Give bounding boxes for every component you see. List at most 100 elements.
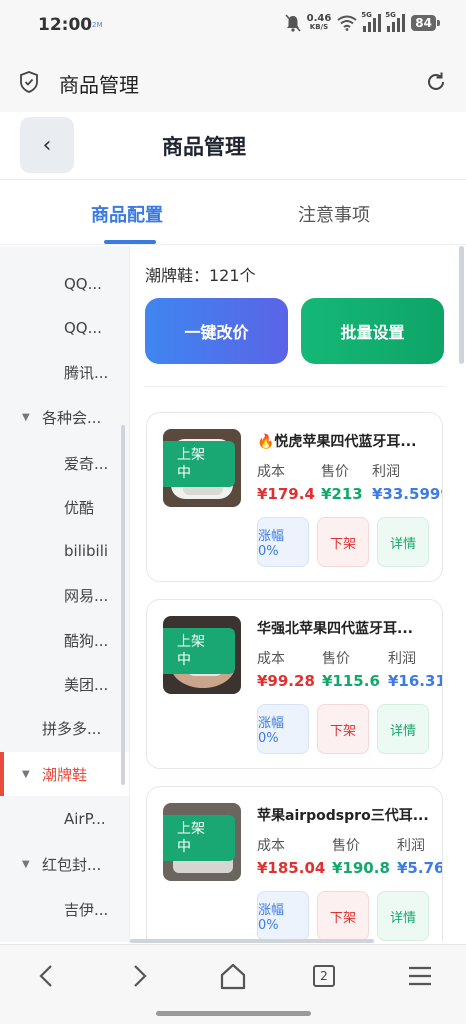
sidebar-item[interactable]: 腾讯... (0, 350, 129, 394)
product-list-panel[interactable]: 潮牌鞋：121个 一键改价 批量设置 上架 中 🔥悦虎苹果四代蓝牙耳... 成本… (131, 246, 466, 942)
on-shelf-badge: 上架 中 (163, 441, 235, 487)
badge-line-1: 上架 (177, 821, 205, 837)
sidebar-scrollbar[interactable] (121, 425, 125, 785)
badge-line-1: 上架 (177, 447, 205, 463)
detail-button[interactable]: 详情 (377, 517, 429, 567)
on-shelf-badge: 上架 中 (163, 815, 235, 861)
cost-label: 成本 (257, 464, 285, 480)
increase-button[interactable]: 涨幅 0% (257, 517, 309, 567)
cost-label: 成本 (257, 838, 285, 854)
browser-bottom-nav: 2 (0, 944, 466, 1024)
sidebar-group-active[interactable]: ▼ 潮牌鞋 (0, 752, 129, 796)
signal-label-2: 5G (385, 11, 396, 19)
sidebar-item-label: AirP... (64, 810, 106, 828)
shield-check-icon (20, 71, 38, 93)
delist-button[interactable]: 下架 (317, 517, 369, 567)
tab-notes[interactable]: 注意事项 (298, 201, 370, 227)
status-bar: 12:00 2M 0.46 KB/S 5G 5G 84 (0, 0, 466, 52)
price-value: ¥213 (321, 485, 363, 503)
caret-down-icon: ▼ (22, 768, 30, 780)
sidebar-item-label: 爱奇... (64, 454, 109, 473)
page-header: ‹ 商品管理 (0, 112, 466, 180)
increase-button[interactable]: 涨幅 0% (257, 704, 309, 754)
sidebar-item[interactable]: 爱奇... (0, 441, 129, 485)
badge-line-2: 中 (177, 465, 191, 481)
app-bar: 商品管理 (0, 52, 466, 112)
sidebar-item-label: 美团... (64, 675, 109, 694)
status-icons: 0.46 KB/S 5G 5G 84 (285, 11, 440, 32)
tab-product-config[interactable]: 商品配置 (91, 201, 163, 227)
signal-label-1: 5G (361, 11, 372, 19)
chevron-left-icon: ‹ (42, 132, 52, 158)
refresh-icon[interactable] (424, 70, 448, 94)
profit-value: ¥16.3199 (388, 672, 442, 690)
sidebar-item[interactable]: 酷狗... (0, 618, 129, 662)
one-click-price-button[interactable]: 一键改价 (145, 298, 288, 364)
app-title: 商品管理 (59, 73, 139, 97)
status-small-label: 2M (92, 21, 103, 29)
profit-value: ¥5.7600 (397, 859, 443, 877)
product-card[interactable]: 上架 中 苹果airpodspro三代耳... 成本 售价 利润 ¥185.04… (146, 786, 443, 942)
sidebar-item[interactable]: QQ... (0, 306, 129, 350)
sidebar-group[interactable]: ▼ 各种会... (0, 395, 129, 439)
cost-value: ¥185.04 (257, 859, 326, 877)
delist-button[interactable]: 下架 (317, 704, 369, 754)
sidebar-item-label: 网易... (64, 586, 109, 605)
speed-value: 0.46 (306, 13, 332, 24)
product-image[interactable]: 上架 中 (163, 429, 241, 507)
menu-icon[interactable] (405, 961, 435, 991)
caret-down-icon: ▼ (22, 411, 30, 423)
price-label: 售价 (332, 838, 360, 854)
on-shelf-badge: 上架 中 (163, 628, 235, 674)
speed-unit: KB/S (309, 23, 329, 31)
sidebar-item-label: bilibili (64, 542, 109, 560)
product-card[interactable]: 上架 中 🔥悦虎苹果四代蓝牙耳... 成本 售价 利润 ¥179.4 ¥213 … (146, 412, 443, 582)
signal-icon-2: 5G (385, 11, 406, 32)
detail-button[interactable]: 详情 (377, 704, 429, 754)
sidebar-group[interactable]: ▼ 红包封... (0, 842, 129, 886)
price-value: ¥190.8 (332, 859, 390, 877)
product-card[interactable]: 上架 中 华强北苹果四代蓝牙耳... 成本 售价 利润 ¥99.28 ¥115.… (146, 599, 443, 769)
back-arrow-icon[interactable] (32, 961, 62, 991)
product-image[interactable]: 上架 中 (163, 616, 241, 694)
product-count: 潮牌鞋：121个 (145, 266, 256, 285)
wifi-icon (337, 15, 357, 31)
sidebar-item[interactable]: QQ... (0, 262, 129, 306)
sidebar-item[interactable]: 网易... (0, 573, 129, 617)
network-speed: 0.46 KB/S (307, 14, 332, 32)
main-scrollbar[interactable] (459, 246, 464, 364)
sidebar-item[interactable]: 吉伊... (0, 887, 129, 931)
tabs-count-icon[interactable]: 2 (313, 965, 335, 987)
sidebar-item[interactable]: 优酷 (0, 485, 129, 529)
category-sidebar[interactable]: QQ... QQ... 腾讯... ▼ 各种会... 爱奇... 优酷 bilib… (0, 246, 130, 942)
sidebar-item[interactable]: AirP... (0, 797, 129, 841)
badge-line-1: 上架 (177, 634, 205, 650)
price-value: ¥115.6 (322, 672, 380, 690)
tab-underline (104, 240, 156, 244)
gesture-bar[interactable] (156, 1011, 311, 1016)
sidebar-item[interactable]: 美团... (0, 662, 129, 706)
home-icon[interactable] (218, 961, 248, 991)
product-title: 🔥悦虎苹果四代蓝牙耳... (257, 434, 417, 450)
forward-arrow-icon[interactable] (124, 961, 154, 991)
horizontal-scrollbar[interactable] (130, 939, 374, 943)
increase-button[interactable]: 涨幅 0% (257, 891, 309, 941)
sidebar-item-label: 各种会... (42, 408, 102, 427)
sidebar-item[interactable]: bilibili (0, 529, 129, 573)
product-title: 华强北苹果四代蓝牙耳... (257, 621, 413, 637)
profit-value: ¥33.599999 (372, 485, 442, 503)
profit-label: 利润 (397, 838, 425, 854)
page-title: 商品管理 (162, 135, 246, 159)
signal-icon: 5G (361, 11, 382, 32)
tab-bar: 商品配置 注意事项 (0, 181, 466, 245)
bell-off-icon (285, 14, 301, 32)
sidebar-item[interactable]: 拼多多... (0, 706, 129, 750)
detail-button[interactable]: 详情 (377, 891, 429, 941)
product-image[interactable]: 上架 中 (163, 803, 241, 881)
back-button[interactable]: ‹ (20, 117, 74, 173)
profit-label: 利润 (372, 464, 400, 480)
divider (145, 386, 445, 387)
sidebar-item-label: 腾讯... (64, 363, 109, 382)
batch-settings-button[interactable]: 批量设置 (301, 298, 444, 364)
delist-button[interactable]: 下架 (317, 891, 369, 941)
